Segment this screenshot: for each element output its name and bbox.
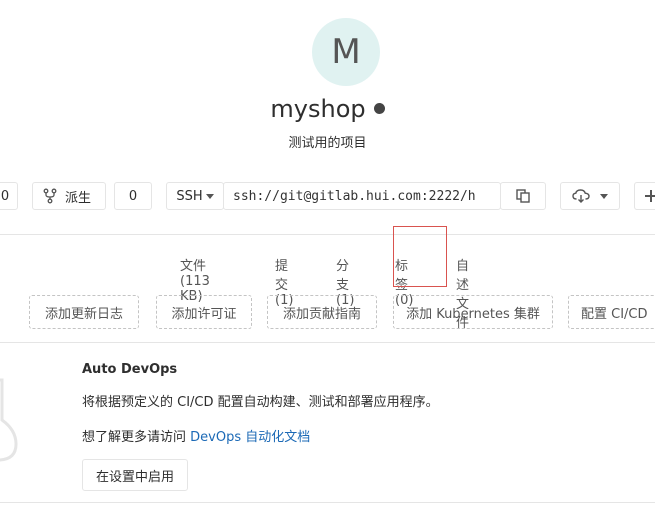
fork-count[interactable]: 0	[114, 182, 152, 210]
caret-down-icon	[600, 193, 608, 199]
clone-url-input[interactable]: ssh://git@gitlab.hui.com:2222/h	[223, 182, 501, 210]
header-divider	[0, 234, 655, 235]
clone-url-text: ssh://git@gitlab.hui.com:2222/h	[233, 188, 476, 204]
devops-docs-link[interactable]: DevOps 自动化文档	[190, 430, 310, 445]
copy-icon	[516, 189, 530, 203]
plus-icon	[645, 190, 655, 202]
devops-illustration	[0, 378, 18, 462]
fork-button[interactable]: 派生	[32, 182, 106, 210]
add-kubernetes-button[interactable]: 添加 Kubernetes 集群	[393, 295, 553, 329]
clone-protocol-dropdown[interactable]: SSH	[166, 182, 224, 210]
avatar-letter: M	[331, 32, 361, 72]
tags-highlight-box	[393, 226, 447, 287]
add-contributing-button[interactable]: 添加贡献指南	[267, 295, 377, 329]
fork-icon	[43, 188, 57, 204]
cloud-download-icon	[572, 189, 590, 203]
public-visibility-icon	[373, 102, 385, 114]
devops-title: Auto DevOps	[82, 362, 178, 377]
devops-learn-more: 想了解更多请访问 DevOps 自动化文档	[82, 426, 310, 445]
add-changelog-button[interactable]: 添加更新日志	[29, 295, 139, 329]
star-count[interactable]: 0	[0, 182, 18, 210]
add-license-button[interactable]: 添加许可证	[156, 295, 252, 329]
caret-down-icon	[205, 193, 214, 199]
download-dropdown[interactable]	[560, 182, 620, 210]
enable-in-settings-button[interactable]: 在设置中启用	[82, 459, 188, 491]
add-new-button[interactable]	[634, 182, 655, 210]
suggestions-divider	[0, 342, 655, 343]
project-description: 测试用的项目	[288, 136, 367, 151]
project-title: myshop	[0, 95, 655, 123]
project-name: myshop	[270, 95, 366, 123]
devops-description: 将根据预定义的 CI/CD 配置自动构建、测试和部署应用程序。	[82, 395, 439, 410]
clone-protocol-label: SSH	[176, 188, 203, 204]
configure-cicd-button[interactable]: 配置 CI/CD	[568, 295, 655, 329]
project-avatar: M	[312, 18, 380, 86]
fork-label: 派生	[65, 190, 92, 206]
copy-url-button[interactable]	[500, 182, 546, 210]
learn-more-prefix: 想了解更多请访问	[82, 430, 191, 445]
bottom-divider	[0, 502, 655, 503]
